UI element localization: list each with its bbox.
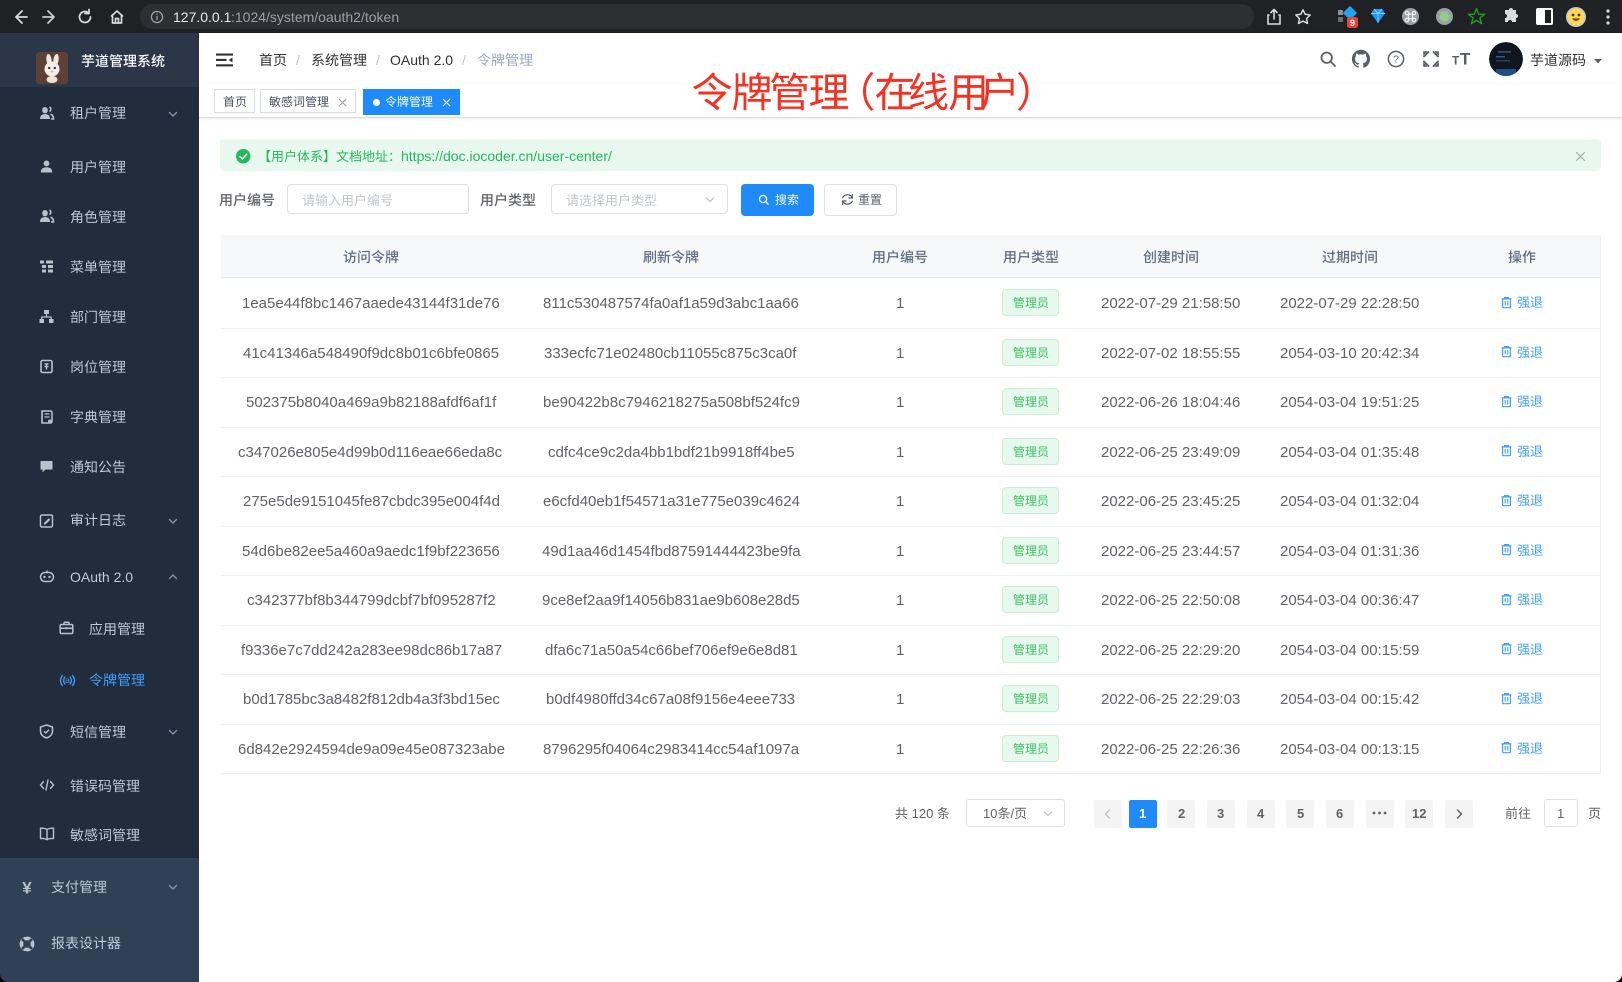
svg-text:1: 1: [896, 543, 904, 560]
svg-text:be90422b8c7946218275a508bf524f: be90422b8c7946218275a508bf524fc9: [543, 394, 800, 411]
svg-text:2022-07-29 21:58:50: 2022-07-29 21:58:50: [1101, 295, 1240, 312]
svg-text:1: 1: [896, 741, 904, 758]
svg-text:2054-03-04 00:36:47: 2054-03-04 00:36:47: [1280, 592, 1419, 609]
svg-text:1: 1: [896, 444, 904, 461]
svg-text:1: 1: [896, 592, 904, 609]
svg-text:1ea5e44f8bc1467aaede43144f31de: 1ea5e44f8bc1467aaede43144f31de76: [242, 295, 500, 312]
svg-text:cdfc4ce9c2da4bb1bdf21b9918ff4b: cdfc4ce9c2da4bb1bdf21b9918ff4be5: [548, 444, 795, 461]
svg-text:3: 3: [1217, 806, 1224, 821]
svg-text:/: /: [296, 52, 300, 68]
svg-text:c342377bf8b344799dcbf7bf095287: c342377bf8b344799dcbf7bf095287f2: [247, 592, 496, 609]
svg-text:9: 9: [1350, 18, 1355, 28]
svg-text:2054-03-04 00:15:59: 2054-03-04 00:15:59: [1280, 642, 1419, 659]
svg-text:1: 1: [1139, 806, 1146, 821]
svg-text:?: ?: [1393, 54, 1399, 66]
svg-text:1: 1: [896, 394, 904, 411]
svg-text:54d6be82ee5a460a9aedc1f9bf2236: 54d6be82ee5a460a9aedc1f9bf223656: [242, 543, 500, 560]
svg-text:1: 1: [896, 345, 904, 362]
svg-text:41c41346a548490f9dc8b01c6bfe08: 41c41346a548490f9dc8b01c6bfe0865: [243, 345, 499, 362]
svg-text:c347026e805e4d99b0d116eae66eda: c347026e805e4d99b0d116eae66eda8c: [238, 444, 503, 461]
svg-text:5: 5: [1297, 806, 1304, 821]
svg-text:/: /: [376, 52, 380, 68]
svg-text:/: /: [462, 52, 466, 68]
svg-text:e6cfd40eb1f54571a31e775e039c46: e6cfd40eb1f54571a31e775e039c4624: [543, 493, 800, 510]
svg-text:8796295f04064c2983414cc54af109: 8796295f04064c2983414cc54af1097a: [543, 741, 800, 758]
svg-text:12: 12: [1412, 806, 1426, 821]
svg-text:2022-06-25 22:50:08: 2022-06-25 22:50:08: [1101, 592, 1240, 609]
svg-text:1: 1: [1557, 806, 1564, 821]
svg-text:2054-03-04 01:35:48: 2054-03-04 01:35:48: [1280, 444, 1419, 461]
svg-text:2022-06-25 22:26:36: 2022-06-25 22:26:36: [1101, 741, 1240, 758]
svg-text:2054-03-04 19:51:25: 2054-03-04 19:51:25: [1280, 394, 1419, 411]
svg-text:2054-03-04 01:31:36: 2054-03-04 01:31:36: [1280, 543, 1419, 560]
svg-text:4: 4: [1257, 806, 1265, 821]
svg-text:2054-03-04 01:32:04: 2054-03-04 01:32:04: [1280, 493, 1419, 510]
svg-text:2022-06-25 23:45:25: 2022-06-25 23:45:25: [1101, 493, 1240, 510]
svg-text:f9336e7c7dd242a283ee98dc86b17a: f9336e7c7dd242a283ee98dc86b17a87: [241, 642, 502, 659]
svg-text:b0df4980ffd34c67a08f9156e4eee7: b0df4980ffd34c67a08f9156e4eee733: [546, 691, 795, 708]
svg-text:811c530487574fa0af1a59d3abc1aa: 811c530487574fa0af1a59d3abc1aa66: [543, 295, 799, 312]
svg-text:49d1aa46d1454fbd87591444423be9: 49d1aa46d1454fbd87591444423be9fa: [542, 543, 801, 560]
svg-text:9ce8ef2aa9f14056b831ae9b608e28: 9ce8ef2aa9f14056b831ae9b608e28d5: [542, 592, 800, 609]
svg-text:2022-06-25 22:29:20: 2022-06-25 22:29:20: [1101, 642, 1240, 659]
svg-text:2022-06-26 18:04:46: 2022-06-26 18:04:46: [1101, 394, 1240, 411]
svg-text:dfa6c71a50a54c66bef706ef9e6e8d: dfa6c71a50a54c66bef706ef9e6e8d81: [545, 642, 798, 659]
svg-text:2: 2: [1178, 806, 1185, 821]
svg-text:/: /: [1011, 806, 1015, 821]
svg-text:¥: ¥: [22, 879, 32, 898]
svg-text:6: 6: [1336, 806, 1343, 821]
svg-text:502375b8040a469a9b82188afdf6af: 502375b8040a469a9b82188afdf6af1f: [246, 394, 497, 411]
svg-text:2022-06-25 23:44:57: 2022-06-25 23:44:57: [1101, 543, 1240, 560]
svg-text:2054-03-04 00:15:42: 2054-03-04 00:15:42: [1280, 691, 1419, 708]
svg-text:b0d1785bc3a8482f812db4a3f3bd15: b0d1785bc3a8482f812db4a3f3bd15ec: [243, 691, 500, 708]
svg-text:OAuth 2.0: OAuth 2.0: [70, 569, 133, 585]
svg-text::1024/system/oauth2/token: :1024/system/oauth2/token: [231, 9, 399, 25]
svg-text:6d842e2924594de9a09e45e087323a: 6d842e2924594de9a09e45e087323abe: [238, 741, 505, 758]
svg-text:1: 1: [896, 691, 904, 708]
svg-text:T: T: [1452, 54, 1460, 68]
svg-text:333ecfc71e02480cb11055c875c3ca: 333ecfc71e02480cb11055c875c3ca0f: [544, 345, 797, 362]
svg-text:1: 1: [896, 295, 904, 312]
svg-text:1: 1: [896, 642, 904, 659]
svg-text:275e5de9151045fe87cbdc395e004f: 275e5de9151045fe87cbdc395e004f4d: [243, 493, 500, 510]
svg-text:OAuth 2.0: OAuth 2.0: [390, 52, 453, 68]
svg-text:120: 120: [908, 806, 937, 821]
svg-text:2054-03-04 00:13:15: 2054-03-04 00:13:15: [1280, 741, 1419, 758]
svg-text:T: T: [1460, 50, 1471, 69]
svg-text:2054-03-10 20:42:34: 2054-03-10 20:42:34: [1280, 345, 1419, 362]
svg-text:2022-07-02 18:55:55: 2022-07-02 18:55:55: [1101, 345, 1240, 362]
svg-text:a: a: [65, 675, 70, 685]
svg-text:10: 10: [983, 806, 997, 821]
svg-text:https://doc.iocoder.cn/user-ce: https://doc.iocoder.cn/user-center/: [401, 148, 612, 164]
svg-text:2022-06-25 22:29:03: 2022-06-25 22:29:03: [1101, 691, 1240, 708]
svg-text:2022-07-29 22:28:50: 2022-07-29 22:28:50: [1280, 295, 1419, 312]
svg-text:127.0.0.1: 127.0.0.1: [173, 9, 232, 25]
svg-text:1: 1: [896, 493, 904, 510]
svg-text:2022-06-25 23:49:09: 2022-06-25 23:49:09: [1101, 444, 1240, 461]
